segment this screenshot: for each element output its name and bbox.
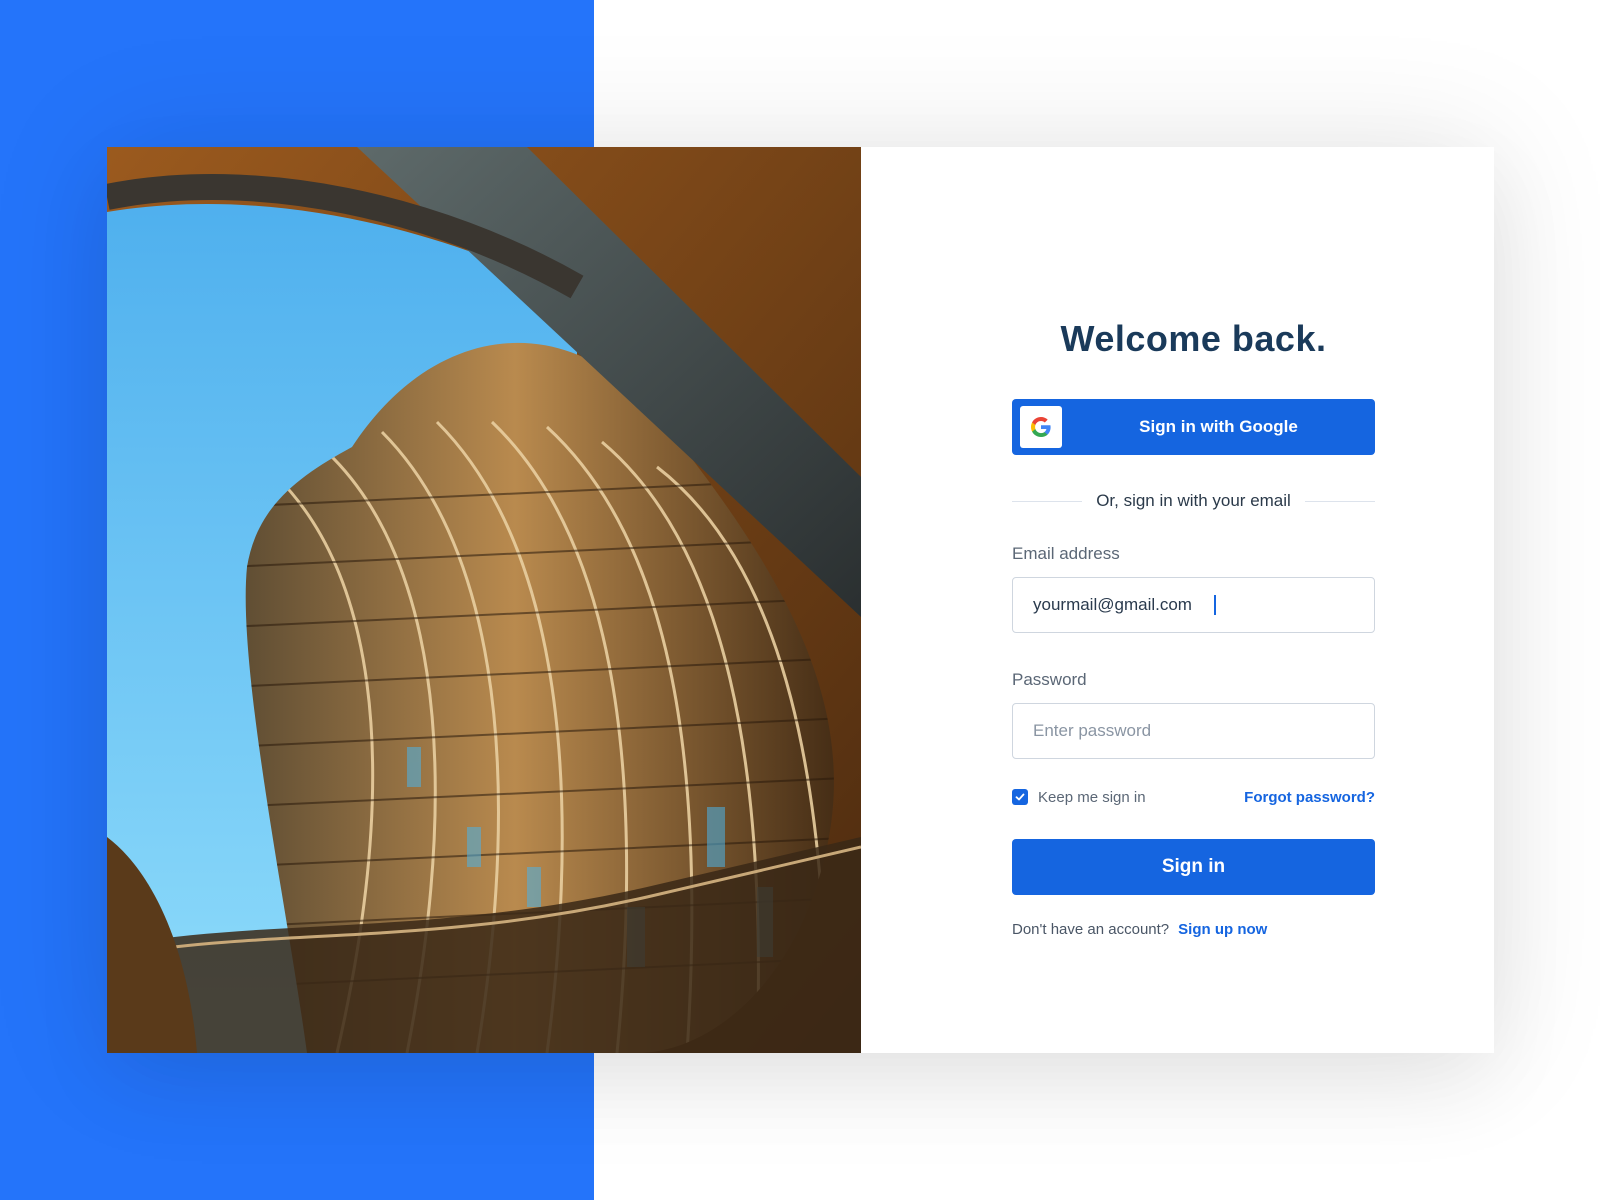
checkmark-icon xyxy=(1015,793,1025,801)
page-title: Welcome back. xyxy=(1060,318,1327,359)
keep-signed-in-label: Keep me sign in xyxy=(1038,788,1146,806)
text-caret xyxy=(1213,595,1216,615)
google-icon xyxy=(1020,406,1062,448)
sign-in-button[interactable]: Sign in xyxy=(1012,839,1375,895)
google-signin-label: Sign in with Google xyxy=(1139,417,1298,436)
google-signin-button[interactable]: Sign in with Google xyxy=(1012,399,1375,455)
building-photo xyxy=(107,147,861,1053)
login-form: Welcome back. Sign in with Google Or, si… xyxy=(1012,317,1376,938)
building-illustration xyxy=(107,147,861,1053)
password-label: Password xyxy=(1012,670,1087,689)
divider-text: Or, sign in with your email xyxy=(1096,491,1291,510)
divider-line-right xyxy=(1304,500,1376,502)
signup-row: Don't have an account? Sign up now xyxy=(1012,921,1375,938)
email-label: Email address xyxy=(1012,544,1120,563)
password-field[interactable]: Enter password xyxy=(1012,703,1375,759)
keep-signed-in-checkbox[interactable] xyxy=(1012,789,1028,805)
divider-line-left xyxy=(1012,500,1083,502)
form-options-row: Keep me sign in Forgot password? xyxy=(1012,787,1375,807)
password-placeholder: Enter password xyxy=(1033,721,1152,740)
forgot-password-link[interactable]: Forgot password? xyxy=(1244,789,1375,806)
sign-up-link[interactable]: Sign up now xyxy=(1178,921,1267,938)
email-value: yourmail@gmail.com xyxy=(1033,595,1192,614)
login-card: Welcome back. Sign in with Google Or, si… xyxy=(107,147,1494,1053)
email-field[interactable]: yourmail@gmail.com xyxy=(1012,577,1375,633)
no-account-text: Don't have an account? xyxy=(1012,921,1170,938)
login-form-panel: Welcome back. Sign in with Google Or, si… xyxy=(861,147,1494,1053)
keep-signed-in[interactable]: Keep me sign in xyxy=(1012,789,1146,806)
or-divider: Or, sign in with your email xyxy=(1012,489,1376,513)
